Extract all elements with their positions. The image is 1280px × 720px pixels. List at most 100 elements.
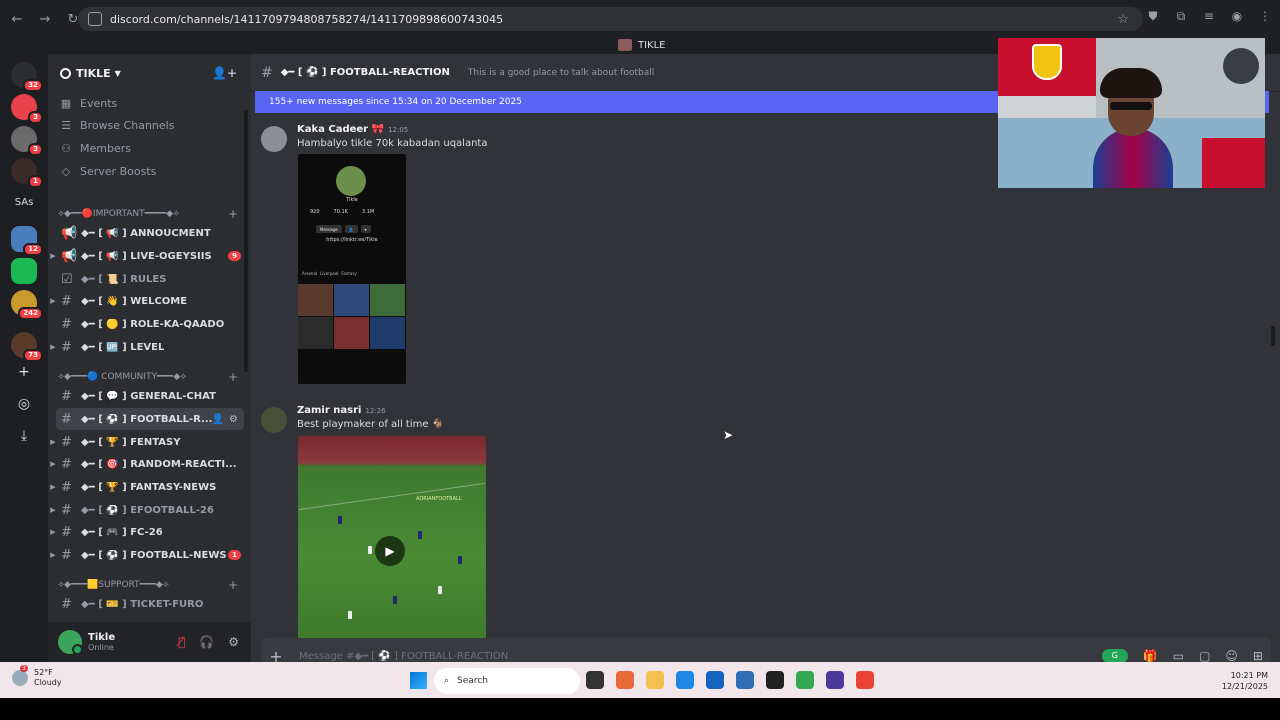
server-icon-3[interactable]: 1 [11,158,43,188]
apps-icon[interactable]: ⊞ [1253,649,1263,663]
image-attachment[interactable]: Tikle 920 70.1K 3.1M Message 👤 ▾ https:/… [298,154,406,384]
add-channel-icon[interactable]: + [228,578,238,592]
server-icon [618,39,632,51]
weather-widget[interactable]: 3 52°F Cloudy [12,665,62,688]
profile-more-button: ▾ [360,225,371,233]
nav-server-boosts[interactable]: ◇ Server Boosts [48,160,251,183]
add-channel-icon[interactable]: + [228,207,238,221]
message-author[interactable]: Kaka Cadeer 🎀 [297,124,384,135]
avatar[interactable] [261,126,287,152]
category-support[interactable]: ⟡◆━━━🟨SUPPORT━━━◆⟡ + [58,578,238,592]
emoji-icon[interactable]: ☺ [1225,649,1238,663]
notification-badge: 3 [28,143,43,156]
username[interactable]: Tikle [88,632,115,643]
add-channel-icon[interactable]: + [228,370,238,384]
server-icon-1[interactable]: 3 [11,94,43,124]
outlook-icon[interactable] [736,671,754,689]
taskbar-search[interactable]: ⌕ Search [434,668,580,694]
gif-icon[interactable]: ▭ [1173,649,1184,663]
channel-fc-26[interactable]: ▶ # ◆━ [ 🎮 ] FC-26 [48,521,251,543]
obs-icon[interactable] [826,671,844,689]
download-icon[interactable]: ⤓ [14,426,34,446]
gift-icon[interactable]: 🎁 [1143,649,1158,663]
server-folder-label[interactable]: SAs [11,197,37,208]
channel-general-chat[interactable]: # ◆━ [ 💬 ] GENERAL-CHAT [48,385,251,407]
create-invite-icon[interactable]: 👤 [212,414,224,425]
channel-football-news[interactable]: ▶ # ◆━ [ ⚽ ] FOOTBALL-NEWS 1 [48,544,251,566]
grammarly-icon[interactable]: G [1101,649,1128,663]
media-control-icon[interactable]: ≡ [1202,9,1216,23]
text-channel-icon: # [61,339,72,355]
profile-icon[interactable]: ◉ [1230,9,1244,23]
chat-scrollbar[interactable] [1271,326,1275,346]
nav-members[interactable]: ⚇ Members [48,137,251,160]
server-icon-kick[interactable] [11,258,37,284]
chrome-profile-icon[interactable] [856,671,874,689]
site-info-icon[interactable] [88,12,102,26]
channel-role-ka-qaado[interactable]: # ◆━ [ 🟡 ] ROLE-KA-QAADO [48,313,251,335]
video-attachment[interactable]: ADRIANFOOTBALL ▶ [298,436,486,640]
message-input[interactable]: Message #◆━ [ ⚽ ] FOOTBALL-REACTION [299,651,508,662]
channel-fentasy[interactable]: ▶ # ◆━ [ 🏆 ] FENTASY [48,431,251,453]
user-settings-gear-icon[interactable]: ⚙ [228,635,239,649]
user-avatar[interactable] [58,630,83,655]
channel-welcome[interactable]: ▶ # ◆━ [ 👋 ] WELCOME [48,290,251,312]
system-clock[interactable]: 10:21 PM 12/21/2025 [1222,670,1268,692]
headphones-icon[interactable]: 🎧 [199,635,214,649]
windows-start-icon[interactable] [410,672,427,689]
player [348,611,352,619]
channel-settings-gear-icon[interactable]: ⚙ [229,414,238,425]
browser-menu-icon[interactable]: ⋮ [1258,9,1272,23]
channel-live-ogeysiis[interactable]: ▶ 📢 ◆━ [ 📢 ] LIVE-OGEYSIIS 9 [48,245,251,267]
file-explorer-icon[interactable] [646,671,664,689]
category-label: ⟡◆━━━🟨SUPPORT━━━◆⟡ [58,580,169,590]
discover-compass-icon[interactable]: ◎ [14,394,34,414]
channel-football-reaction[interactable]: # ◆━ [ ⚽ ] FOOTBALL-R... 👤 ⚙ [56,408,244,430]
category-important[interactable]: ⟡◆━━🔴IMPORTANT━━━━◆⟡ + [58,207,238,221]
text-channel-icon: # [61,434,72,450]
mute-microphone-icon[interactable]: 🎙̸ [178,635,185,649]
server-header[interactable]: TIKLE ▼ 👤+ [48,54,251,92]
copilot-icon[interactable] [616,671,634,689]
channel-rules[interactable]: ☑ ◆━ [ 📜 ] RULES [48,268,251,290]
store-icon[interactable] [706,671,724,689]
server-icon-6[interactable]: 73 [11,332,43,362]
forward-icon[interactable]: → [34,8,56,30]
expand-arrow-icon: ▶ [50,297,56,305]
nav-browse-channels[interactable]: ☰ Browse Channels [48,115,251,138]
play-icon[interactable]: ▶ [375,536,405,566]
nav-events[interactable]: ▦ Events [48,92,251,115]
task-view-icon[interactable] [586,671,604,689]
channel-level[interactable]: ▶ # ◆━ [ 🆙 ] LEVEL [48,336,251,358]
edge-icon[interactable] [676,671,694,689]
invite-people-icon[interactable]: 👤+ [212,66,237,80]
bookmark-star-icon[interactable]: ☆ [1117,12,1129,27]
extension-shield-icon[interactable]: ⛊ [1146,9,1160,23]
back-icon[interactable]: ← [6,8,28,30]
server-icon-2[interactable]: 3 [11,126,43,156]
extensions-puzzle-icon[interactable]: ⧉ [1174,9,1188,23]
channel-ticket-furo[interactable]: # ◆━ [ 🎫 ] TICKET-FURO [48,593,251,615]
direct-messages-button[interactable]: 32 [11,62,43,92]
channel-fantasy-news[interactable]: ▶ # ◆━ [ 🏆 ] FANTASY-NEWS [48,476,251,498]
channel-topic[interactable]: This is a good place to talk about footb… [468,68,654,78]
address-bar[interactable]: discord.com/channels/1411709794808758274… [78,7,1143,31]
channel-annoucment[interactable]: 📢 ◆━ [ 📢 ] ANNOUCMENT [48,222,251,244]
text-channel-icon: # [61,293,72,309]
avatar[interactable] [261,407,287,433]
add-server-icon[interactable]: + [14,362,34,382]
channel-efootball-26[interactable]: ▶ # ◆━ [ ⚽ ] EFOOTBALL-26 [48,499,251,521]
chrome-icon[interactable] [796,671,814,689]
browse-icon: ☰ [61,119,71,133]
category-community[interactable]: ⟡◆━━━🔵 COMMUNITY━━━◆⟡ + [58,370,238,384]
channel-random-reaction[interactable]: ▶ # ◆━ [ 🎯 ] RANDOM-REACTI... [48,453,251,475]
sidebar-scrollbar[interactable] [244,110,248,372]
server-icon-5[interactable]: 242 [11,290,43,320]
app-icon[interactable] [766,671,784,689]
message-author[interactable]: Zamir nasri [297,405,361,416]
weather-temp: 52°F [34,668,53,677]
server-icon-4[interactable]: 12 [11,226,43,256]
url-text[interactable]: discord.com/channels/1411709794808758274… [110,13,503,26]
sticker-icon[interactable]: ▢ [1199,649,1210,663]
expand-arrow-icon: ▶ [50,252,56,260]
